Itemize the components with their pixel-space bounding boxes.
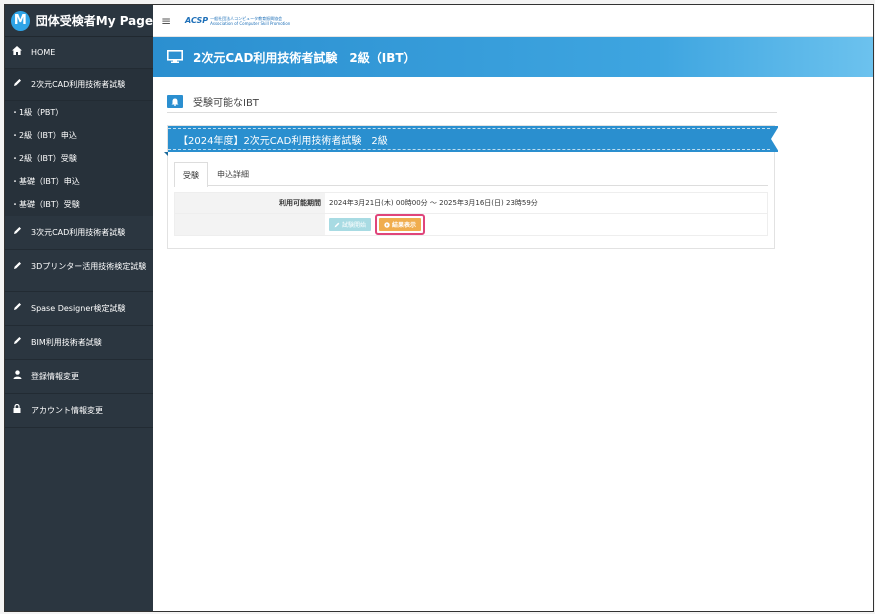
sidebar-item-label: 3次元CAD利用技術者試験 [31, 228, 126, 237]
org-name: 一般社団法人コンピュータ教育振興協会 Association of Comput… [210, 16, 290, 26]
show-result-label: 結果表示 [392, 222, 417, 229]
bell-icon [167, 95, 183, 108]
actions-cell: 試験開始 結果表示 [325, 214, 767, 235]
tab-application-details[interactable]: 申込詳細 [208, 162, 258, 185]
submenu-item-grade1-pbt[interactable]: ・1級（PBT） [5, 101, 153, 124]
period-label: 利用可能期間 [175, 193, 325, 213]
sidebar-item-label: アカウント情報変更 [31, 406, 103, 415]
sidebar-item-cad2[interactable]: 2次元CAD利用技術者試験 [5, 69, 153, 101]
start-exam-button[interactable]: 試験開始 [329, 218, 372, 231]
panel-tabs: 受験 申込詳細 [174, 162, 768, 187]
circle-arrow-icon [384, 221, 390, 228]
main-content: 2次元CAD利用技術者試験 2級（IBT） 受験可能なIBT 【2024年度】2… [153, 37, 873, 611]
org-name-en: Association of Computer Skill Promotion [210, 20, 291, 26]
submenu-item-basic-apply[interactable]: ・基礎（IBT）申込 [5, 170, 153, 193]
show-result-button[interactable]: 結果表示 [379, 218, 422, 231]
ribbon-fold [164, 152, 168, 156]
period-row: 利用可能期間 2024年3月21日(木) 00時00分 ～ 2025年3月16日… [175, 193, 767, 213]
lock-icon [11, 403, 23, 417]
sidebar-item-home[interactable]: HOME [5, 37, 153, 69]
actions-row: 試験開始 結果表示 [175, 213, 767, 235]
user-icon [11, 370, 23, 383]
app-window: M 団体受検者My Page HOME 2次元CAD利用技術者試験 ・1級（PB… [4, 4, 874, 612]
submenu-item-grade2-exam[interactable]: ・2級（IBT）受験 [5, 147, 153, 170]
exam-info-table: 利用可能期間 2024年3月21日(木) 00時00分 ～ 2025年3月16日… [174, 192, 768, 236]
sidebar-item-account[interactable]: アカウント情報変更 [5, 394, 153, 428]
pencil-icon [11, 226, 23, 239]
sidebar-item-registration[interactable]: 登録情報変更 [5, 360, 153, 394]
sidebar-item-cad3[interactable]: 3次元CAD利用技術者試験 [5, 216, 153, 250]
available-ibt-section: 受験可能なIBT 【2024年度】2次元CAD利用技術者試験 2級 受験 申込詳… [164, 91, 779, 249]
sidebar-item-bim[interactable]: BIM利用技術者試験 [5, 326, 153, 360]
section-title: 受験可能なIBT [193, 98, 259, 109]
sidebar-item-spase-designer[interactable]: Spase Designer検定試験 [5, 292, 153, 326]
exam-ribbon-title: 【2024年度】2次元CAD利用技術者試験 2級 [178, 135, 388, 147]
sidebar-item-label: 2次元CAD利用技術者試験 [31, 80, 126, 89]
sidebar-item-label: BIM利用技術者試験 [31, 338, 102, 347]
brand[interactable]: M 団体受検者My Page [5, 5, 153, 37]
submenu-item-grade2-apply[interactable]: ・2級（IBT）申込 [5, 124, 153, 147]
start-exam-label: 試験開始 [342, 222, 367, 229]
page-header: 2次元CAD利用技術者試験 2級（IBT） [153, 37, 873, 77]
actions-label [175, 214, 325, 235]
tab-exam[interactable]: 受験 [174, 162, 208, 187]
pencil-icon [11, 261, 23, 274]
sidebar-submenu: ・1級（PBT） ・2級（IBT）申込 ・2級（IBT）受験 ・基礎（IBT）申… [5, 101, 153, 216]
sidebar-item-3dprinter[interactable]: 3Dプリンター活用技術検定試験 [5, 250, 153, 292]
brand-logo: M [11, 10, 30, 31]
ribbon-border-top [168, 128, 770, 129]
section-heading: 受験可能なIBT [167, 91, 777, 113]
page-title: 2次元CAD利用技術者試験 2級（IBT） [193, 50, 416, 65]
sidebar-item-label: 3Dプリンター活用技術検定試験 [31, 262, 147, 271]
exam-ribbon: 【2024年度】2次元CAD利用技術者試験 2級 [168, 126, 779, 152]
topbar: ≡ ACSP 一般社団法人コンピュータ教育振興協会 Association of… [153, 5, 873, 37]
ribbon-border-bottom [168, 149, 770, 150]
sidebar-item-label: 登録情報変更 [31, 372, 79, 381]
hamburger-icon[interactable]: ≡ [161, 14, 175, 28]
sidebar: M 団体受検者My Page HOME 2次元CAD利用技術者試験 ・1級（PB… [5, 5, 153, 611]
exam-panel: 【2024年度】2次元CAD利用技術者試験 2級 受験 申込詳細 利用可能期間 … [164, 125, 779, 249]
sidebar-item-label: Spase Designer検定試験 [31, 304, 126, 313]
submenu-item-basic-exam[interactable]: ・基礎（IBT）受験 [5, 193, 153, 216]
org-mark: ACSP [185, 16, 209, 25]
period-value: 2024年3月21日(木) 00時00分 ～ 2025年3月16日(日) 23時… [329, 199, 538, 207]
home-icon [11, 46, 23, 59]
pencil-icon [11, 78, 23, 91]
monitor-icon [167, 48, 193, 67]
pencil-icon [11, 302, 23, 315]
pencil-icon [334, 222, 340, 227]
pencil-icon [11, 336, 23, 349]
org-logo: ACSP 一般社団法人コンピュータ教育振興協会 Association of C… [185, 16, 290, 26]
result-button-highlight: 結果表示 [375, 214, 426, 235]
brand-title: 団体受検者My Page [35, 14, 153, 28]
sidebar-item-label: HOME [31, 48, 56, 57]
